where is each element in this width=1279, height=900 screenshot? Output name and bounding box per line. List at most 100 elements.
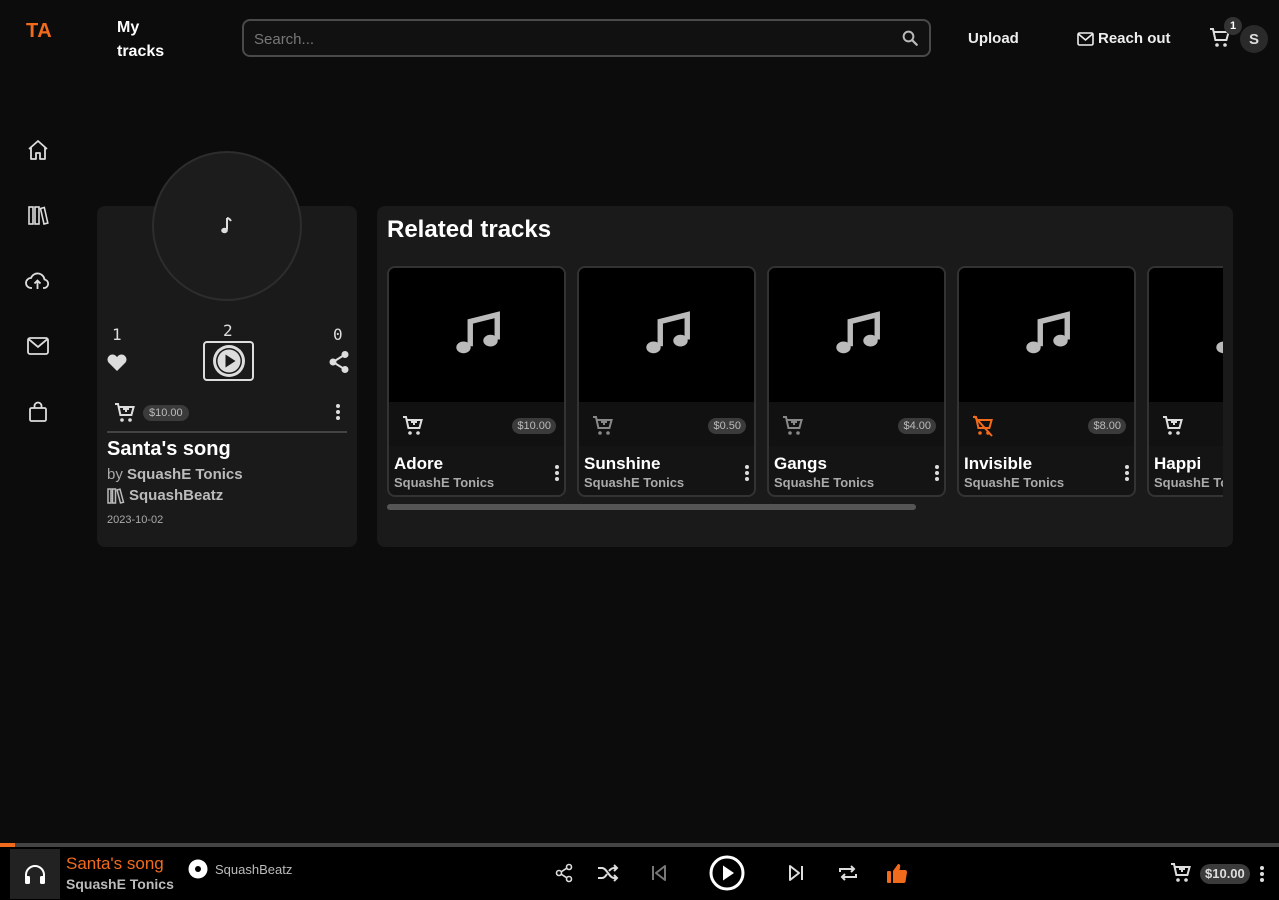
track-name[interactable]: Sunshine [584, 454, 661, 474]
repeat-button[interactable] [836, 861, 860, 885]
by-prefix: by [107, 466, 123, 483]
remove-from-cart-icon[interactable] [971, 414, 995, 438]
music-note-icon [455, 311, 500, 354]
add-to-cart-icon[interactable] [591, 414, 615, 438]
next-track-button[interactable] [784, 861, 808, 885]
track-name[interactable]: Invisible [964, 454, 1032, 474]
avatar[interactable]: S [1240, 25, 1268, 53]
top-bar: TA My tracks Upload Reach out 1 S [0, 0, 1279, 80]
player-track-title[interactable]: Santa's song [66, 854, 164, 874]
track-name[interactable]: Happi [1154, 454, 1201, 474]
track-label-link[interactable]: SquashBeatz [107, 487, 223, 504]
shuffle-button[interactable] [596, 861, 620, 885]
add-to-cart-icon[interactable] [1161, 414, 1185, 438]
track-artist[interactable]: SquashE Tonics [964, 475, 1064, 490]
mail-icon [1077, 31, 1094, 46]
shares-count: 0 [333, 325, 343, 344]
track-artwork [959, 268, 1134, 402]
track-artist[interactable]: SquashE Tonics [774, 475, 874, 490]
track-artist[interactable]: SquashE Tonics [584, 475, 684, 490]
reach-out-link[interactable]: Reach out [1077, 30, 1171, 47]
track-artwork [152, 151, 302, 301]
more-options-icon[interactable] [554, 464, 560, 482]
track-price-badge: $10.00 [143, 405, 189, 421]
play-pause-button[interactable] [709, 855, 745, 891]
more-options-icon[interactable] [934, 464, 940, 482]
more-options-icon[interactable] [1124, 464, 1130, 482]
my-tracks-link[interactable]: My tracks [117, 16, 187, 64]
add-to-cart-icon[interactable] [401, 414, 425, 438]
music-note-icon [645, 311, 690, 354]
related-track-card[interactable]: $0.50 Sunshine SquashE Tonics [577, 266, 756, 497]
related-track-card[interactable]: $4.00 Gangs SquashE Tonics [767, 266, 946, 497]
more-options-icon[interactable] [1259, 865, 1265, 883]
track-artist-line: by SquashE Tonics [107, 466, 243, 483]
upload-link[interactable]: Upload [968, 30, 1019, 47]
divider [107, 431, 347, 433]
track-price-badge: $4.00 [898, 418, 936, 434]
headphones-icon [25, 865, 45, 884]
home-icon [28, 140, 48, 160]
track-artwork [1149, 268, 1223, 402]
track-label: SquashBeatz [129, 487, 224, 504]
likes-count: 1 [112, 325, 122, 344]
track-artist[interactable]: SquashE Tonics [394, 475, 494, 490]
track-name[interactable]: Gangs [774, 454, 827, 474]
add-to-cart-icon[interactable] [1169, 861, 1193, 885]
library-icon [107, 487, 125, 504]
track-date: 2023-10-02 [107, 514, 164, 526]
related-track-card[interactable]: Happi SquashE Tonics [1147, 266, 1223, 497]
player-track-artist[interactable]: SquashE Tonics [66, 876, 174, 892]
track-artist[interactable]: SquashE Tonics [1154, 475, 1223, 490]
add-to-cart-icon[interactable] [781, 414, 805, 438]
related-tracks-carousel: $10.00 Adore SquashE Tonics $0.50 Sunshi… [387, 266, 1223, 498]
track-name[interactable]: Adore [394, 454, 443, 474]
play-circle-icon [709, 855, 745, 891]
music-note-icon [835, 311, 880, 354]
track-price-badge: $0.50 [708, 418, 746, 434]
related-tracks-heading: Related tracks [387, 216, 552, 243]
playback-progress-bar[interactable] [0, 843, 1279, 847]
sidebar-item-upload[interactable] [24, 267, 52, 295]
related-track-card[interactable]: $10.00 Adore SquashE Tonics [387, 266, 566, 497]
vinyl-record-icon [188, 859, 208, 879]
music-note-icon [1215, 341, 1223, 354]
search-input[interactable] [254, 29, 884, 49]
track-artwork [579, 268, 754, 402]
thumbs-up-icon [887, 864, 908, 883]
player-label-link[interactable]: SquashBeatz [188, 859, 292, 879]
more-options-icon[interactable] [744, 464, 750, 482]
play-circle-icon [212, 345, 245, 377]
sidebar-item-mail[interactable] [24, 332, 52, 360]
play-button[interactable] [203, 341, 254, 381]
carousel-scrollbar[interactable] [387, 504, 916, 510]
share-icon[interactable] [328, 350, 350, 374]
search-icon[interactable] [901, 29, 919, 47]
cart-count-badge: 1 [1224, 17, 1242, 35]
cloud-upload-icon [25, 272, 50, 289]
sidebar-item-home[interactable] [24, 136, 52, 164]
search-box [242, 19, 931, 57]
heart-icon[interactable] [106, 352, 128, 372]
share-button[interactable] [552, 861, 576, 885]
skip-next-icon [789, 865, 803, 881]
playback-progress-fill [0, 843, 16, 847]
track-artwork [389, 268, 564, 402]
more-options-icon[interactable] [335, 403, 341, 421]
add-to-cart-icon[interactable] [113, 401, 137, 425]
player-thumbnail[interactable] [10, 849, 60, 899]
music-note-icon [1025, 311, 1070, 354]
sidebar-item-shop[interactable] [24, 398, 52, 426]
logo[interactable]: TA [26, 20, 52, 43]
related-tracks-panel: Related tracks $10.00 Adore SquashE Toni… [377, 206, 1233, 547]
repeat-icon [839, 865, 857, 881]
like-button[interactable] [885, 861, 909, 885]
track-artwork [769, 268, 944, 402]
music-note-icon [221, 217, 232, 234]
track-price-badge: $8.00 [1088, 418, 1126, 434]
track-artist-link[interactable]: SquashE Tonics [127, 466, 243, 483]
sidebar-item-library[interactable] [24, 201, 52, 229]
previous-track-button[interactable] [647, 861, 671, 885]
shopping-bag-icon [29, 401, 47, 422]
related-track-card[interactable]: $8.00 Invisible SquashE Tonics [957, 266, 1136, 497]
